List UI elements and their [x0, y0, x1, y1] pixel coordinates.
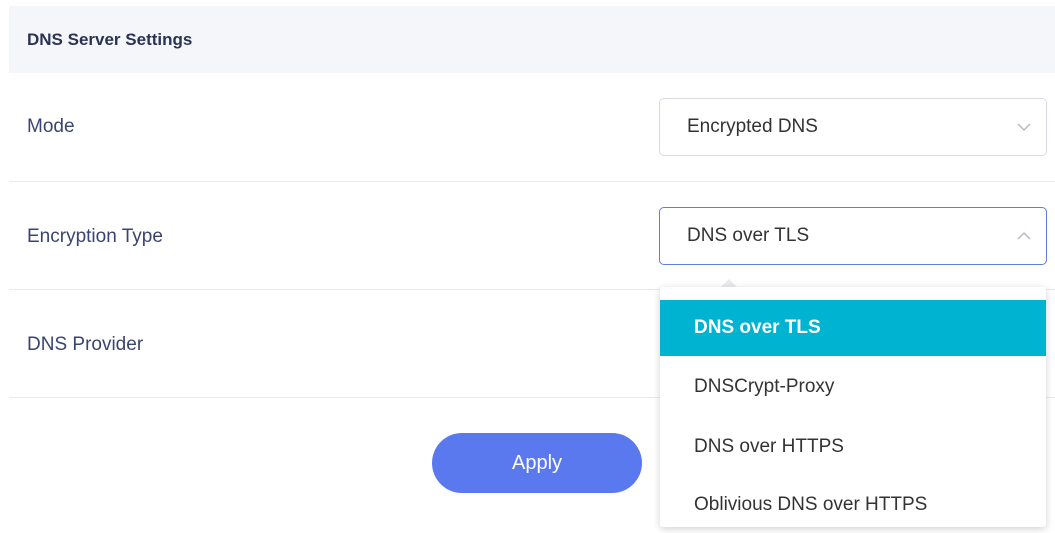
option-dns-over-tls[interactable]: DNS over TLS: [660, 300, 1046, 356]
chevron-up-icon: [1017, 231, 1031, 240]
encryption-type-label: Encryption Type: [27, 226, 163, 247]
panel-title: DNS Server Settings: [27, 29, 193, 49]
panel-header: DNS Server Settings: [9, 6, 1055, 73]
mode-select-value: Encrypted DNS: [687, 116, 818, 137]
divider: [9, 181, 1055, 182]
encryption-type-dropdown: DNS over TLS DNSCrypt-Proxy DNS over HTT…: [660, 287, 1046, 527]
encryption-type-select[interactable]: DNS over TLS: [659, 207, 1047, 265]
encryption-type-select-value: DNS over TLS: [687, 225, 810, 246]
option-dnscrypt-proxy[interactable]: DNSCrypt-Proxy: [660, 359, 1046, 415]
chevron-down-icon: [1017, 123, 1031, 132]
dns-provider-label: DNS Provider: [27, 334, 144, 355]
option-dns-over-https[interactable]: DNS over HTTPS: [660, 419, 1046, 475]
option-oblivious-dns-over-https[interactable]: Oblivious DNS over HTTPS: [660, 477, 1046, 533]
mode-select[interactable]: Encrypted DNS: [659, 98, 1047, 156]
mode-label: Mode: [27, 116, 75, 137]
apply-button[interactable]: Apply: [432, 433, 642, 493]
